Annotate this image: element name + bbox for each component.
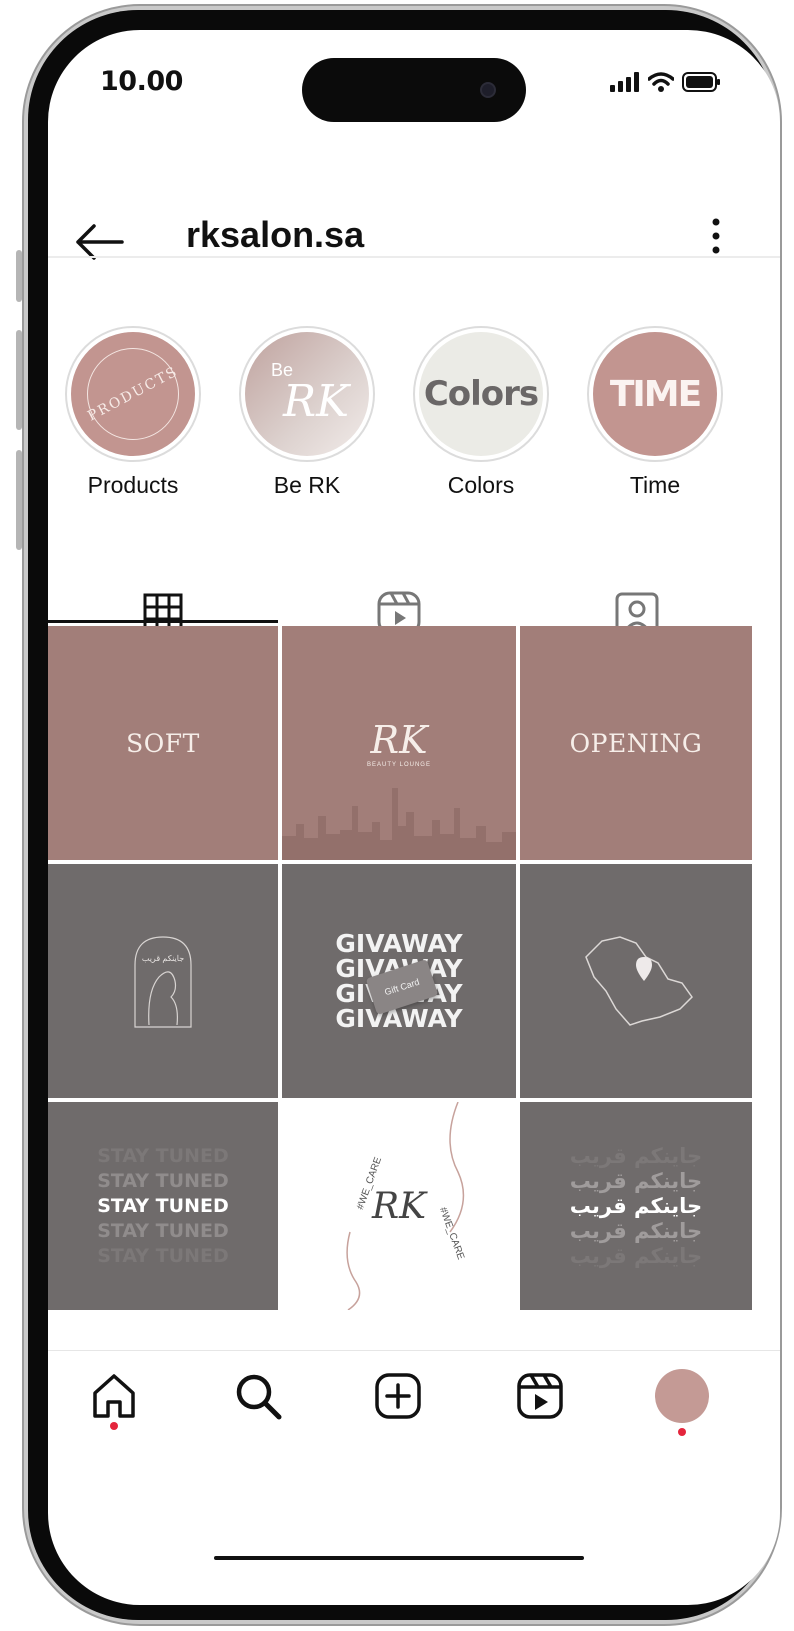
post-text: SOFT: [126, 728, 200, 758]
woman-arch-illustration: [134, 936, 192, 1028]
post-text: جاينكم قريب: [141, 954, 185, 963]
create-icon: [375, 1373, 421, 1419]
highlight-label: Time: [629, 472, 681, 498]
volume-down-button: [16, 450, 22, 550]
arabic-line: جاينكم قريب: [569, 1143, 703, 1168]
saudi-map-icon: [585, 936, 693, 1026]
nav-profile[interactable]: [652, 1366, 712, 1436]
notification-dot: [110, 1422, 118, 1430]
stay-tuned-stack: STAY TUNED STAY TUNED STAY TUNED STAY TU…: [97, 1144, 228, 1269]
more-options-icon[interactable]: [710, 216, 722, 256]
status-icons: [610, 72, 722, 92]
profile-header: rksalon.sa: [48, 180, 780, 290]
post-stay-tuned[interactable]: STAY TUNED STAY TUNED STAY TUNED STAY TU…: [48, 1102, 278, 1310]
arabic-line: جاينكم قريب: [569, 1218, 703, 1243]
nav-create[interactable]: [368, 1366, 428, 1426]
arabic-line: جاينكم قريب: [569, 1168, 703, 1193]
stay-tuned-line: STAY TUNED: [97, 1219, 229, 1242]
status-time: 10.00: [100, 66, 183, 97]
notification-dot: [678, 1428, 686, 1436]
post-we-care[interactable]: #WE_CARE RK #WE_CARE: [282, 1102, 516, 1310]
highlight-ring: Be RK: [239, 326, 375, 462]
highlight-cover-colors: Colors: [419, 332, 543, 456]
highlight-label: Products: [87, 472, 179, 498]
post-giveaway[interactable]: GIVAWAY GIVAWAY GIVAWAY GIVAWAY Gift Car…: [282, 864, 516, 1098]
stay-tuned-line: STAY TUNED: [97, 1244, 229, 1267]
arabic-line: جاينكم قريب: [569, 1193, 703, 1218]
wifi-icon: [648, 72, 674, 92]
nav-search[interactable]: [228, 1366, 288, 1426]
post-soft[interactable]: SOFT: [48, 626, 278, 860]
battery-icon: [682, 72, 720, 92]
post-arabic-woman[interactable]: جاينكم قريب: [48, 864, 278, 1098]
mute-switch: [16, 250, 22, 302]
profile-username: rksalon.sa: [186, 214, 365, 255]
arabic-line: جاينكم قريب: [569, 1243, 703, 1268]
highlight-ring: Colors: [413, 326, 549, 462]
highlight-cover-text: TIME: [609, 373, 702, 415]
stay-tuned-line: STAY TUNED: [97, 1169, 229, 1192]
reels-icon: [517, 1373, 563, 1419]
post-saudi-map[interactable]: [520, 864, 752, 1098]
post-subtext: BEAUTY LOUNGE: [367, 762, 431, 768]
highlight-label: Be RK: [273, 472, 341, 498]
post-logo: RK: [372, 1185, 426, 1227]
nav-reels[interactable]: [510, 1366, 570, 1426]
giveaway-line: GIVAWAY: [335, 929, 463, 958]
arabic-text-stack: جاينكم قريب جاينكم قريب جاينكم قريب جاين…: [570, 1144, 702, 1269]
stay-tuned-line: STAY TUNED: [97, 1144, 229, 1167]
highlight-cover-text: Colors: [423, 374, 539, 414]
home-indicator[interactable]: [214, 1556, 584, 1560]
highlight-label: Colors: [447, 472, 515, 498]
header-divider: [48, 256, 780, 258]
highlight-ring: PRODUCTS: [65, 326, 201, 462]
volume-up-button: [16, 330, 22, 430]
post-text: OPENING: [569, 728, 703, 758]
profile-avatar: [655, 1369, 709, 1423]
front-camera: [480, 82, 496, 98]
giveaway-line: GIVAWAY: [335, 1004, 463, 1033]
bottom-nav-divider: [48, 1350, 780, 1351]
app-screen: 10.00 rksalon.sa PRODUCTS Products Be RK…: [48, 30, 780, 1605]
city-skyline-icon: [282, 788, 516, 860]
home-icon: [93, 1374, 135, 1418]
post-logo: RK: [370, 718, 428, 762]
highlight-cover-products: PRODUCTS: [71, 332, 195, 456]
highlight-cover-time: TIME: [593, 332, 717, 456]
post-opening[interactable]: OPENING: [520, 626, 752, 860]
post-rk-logo[interactable]: RK BEAUTY LOUNGE: [282, 626, 516, 860]
dynamic-island: [302, 58, 526, 122]
highlight-time[interactable]: TIME Time: [586, 326, 724, 499]
highlight-products[interactable]: PRODUCTS Products: [64, 326, 202, 499]
nav-home[interactable]: [84, 1366, 144, 1430]
stay-tuned-line: STAY TUNED: [97, 1194, 229, 1217]
highlight-ring: TIME: [587, 326, 723, 462]
highlight-cover-logo: RK: [283, 376, 349, 427]
highlight-colors[interactable]: Colors Colors: [412, 326, 550, 499]
post-arabic-stack[interactable]: جاينكم قريب جاينكم قريب جاينكم قريب جاين…: [520, 1102, 752, 1310]
active-tab-indicator: [48, 620, 278, 623]
highlight-cover-be-rk: Be RK: [245, 332, 369, 456]
signal-icon: [610, 72, 639, 92]
search-icon: [236, 1374, 282, 1420]
highlight-be-rk[interactable]: Be RK Be RK: [238, 326, 376, 499]
